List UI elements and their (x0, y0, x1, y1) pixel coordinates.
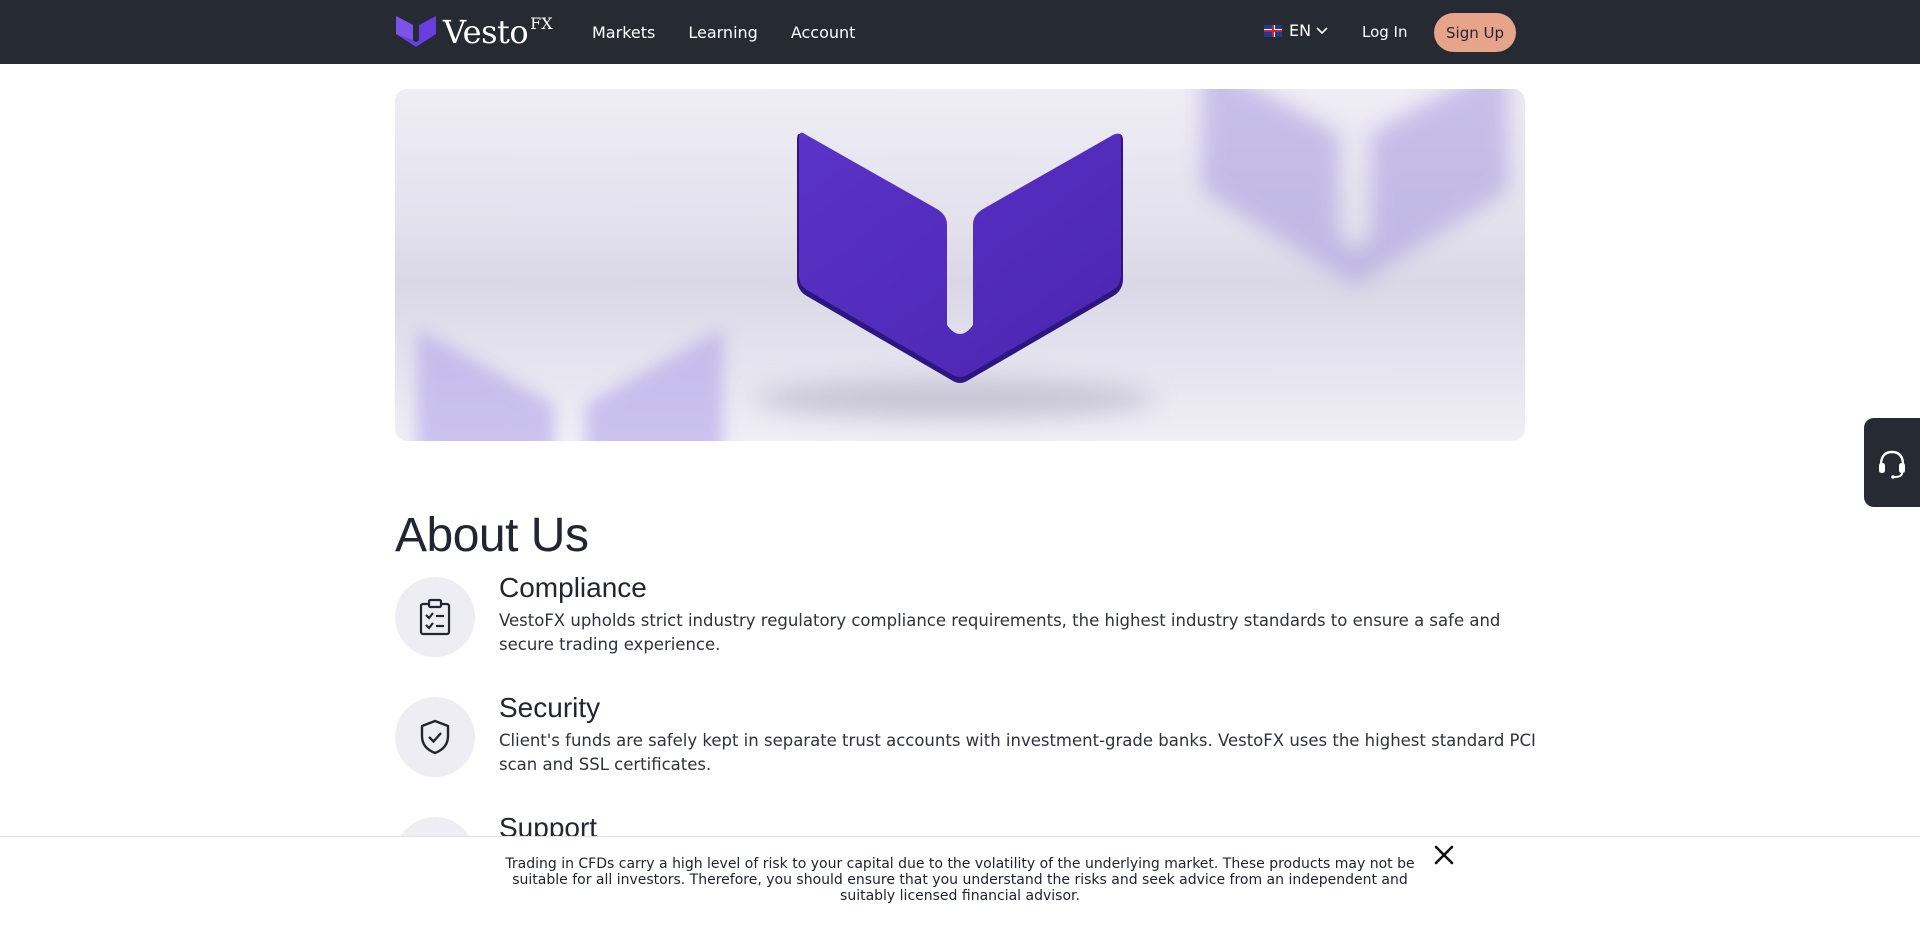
hero-logo-shadow (755, 379, 1155, 419)
feature-description: Client's funds are safely kept in separa… (499, 731, 1536, 774)
decorative-logo-blur (416, 328, 724, 441)
support-chat-button[interactable] (1864, 418, 1920, 507)
nav-account[interactable]: Account (791, 23, 856, 42)
logo-superscript: FX (530, 14, 553, 33)
about-us-heading: About Us (395, 509, 589, 562)
risk-warning-banner: Trading in CFDs carry a high level of ri… (0, 836, 1920, 925)
decorative-logo-blur (1201, 89, 1509, 286)
uk-flag-icon (1264, 24, 1282, 37)
main-nav: Markets Learning Account (592, 0, 888, 64)
feature-title: Compliance (499, 572, 647, 603)
close-icon[interactable] (1433, 844, 1455, 866)
logo-name: Vesto (443, 13, 529, 51)
vestofx-logo[interactable]: Vesto FX (395, 14, 553, 50)
nav-learning[interactable]: Learning (688, 23, 757, 42)
top-navbar: Vesto FX Markets Learning Account EN Log… (0, 0, 1920, 64)
shield-check-icon (395, 697, 475, 777)
feature-description: VestoFX upholds strict industry regulato… (499, 611, 1501, 654)
risk-warning-text: Trading in CFDs carry a high level of ri… (505, 856, 1415, 904)
headset-icon (1879, 450, 1905, 479)
chevron-down-icon (1316, 26, 1328, 34)
language-selector[interactable]: EN (1264, 21, 1328, 40)
clipboard-check-icon (395, 577, 475, 657)
language-label: EN (1289, 21, 1312, 40)
feature-title: Security (499, 692, 601, 723)
login-link[interactable]: Log In (1362, 23, 1408, 41)
vestofx-logo-icon (396, 16, 436, 47)
nav-markets[interactable]: Markets (592, 23, 655, 42)
hero-banner (395, 89, 1525, 441)
signup-button[interactable]: Sign Up (1434, 13, 1516, 52)
vestofx-3d-logo (797, 132, 1123, 383)
